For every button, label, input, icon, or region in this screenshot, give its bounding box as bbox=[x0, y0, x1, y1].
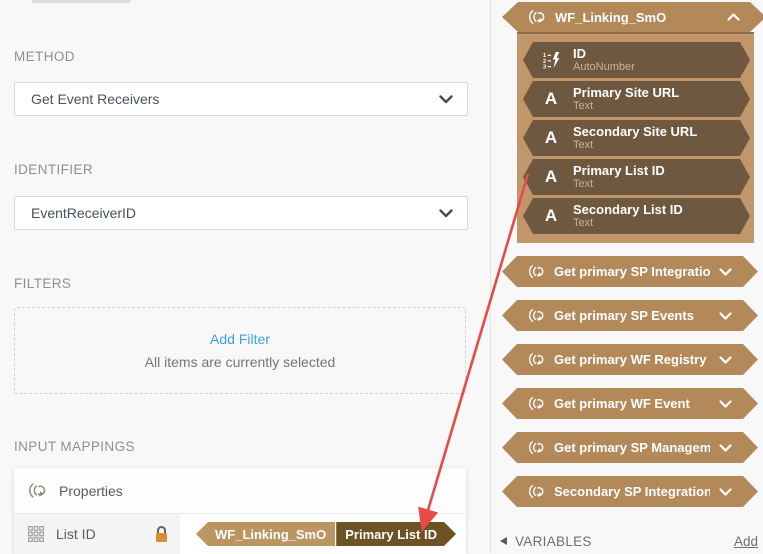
group-get-primary-sp-management[interactable]: Get primary SP Management... bbox=[502, 432, 758, 463]
field-name: ID bbox=[573, 46, 635, 61]
properties-header: Properties bbox=[14, 468, 466, 514]
group-get-primary-wf-registry[interactable]: Get primary WF Registry bbox=[502, 344, 758, 375]
field-type: Text bbox=[573, 217, 683, 230]
group-secondary-sp-integration[interactable]: Secondary SP Integration Se... bbox=[502, 476, 758, 507]
panel-divider bbox=[490, 0, 491, 553]
smartobject-icon bbox=[528, 351, 545, 368]
chevron-down-icon bbox=[719, 312, 732, 320]
text-icon: A bbox=[539, 167, 563, 187]
group-label: Get primary WF Event bbox=[554, 396, 710, 411]
field-item-primary-site-url[interactable]: A Primary Site URL Text bbox=[523, 81, 750, 117]
field-item-id[interactable]: 1 2 3 ID AutoNumber bbox=[523, 42, 750, 78]
identifier-select[interactable]: EventReceiverID bbox=[14, 196, 468, 230]
grid-icon bbox=[28, 526, 44, 542]
group-label: Get primary SP Management... bbox=[554, 440, 710, 455]
mapping-tag[interactable]: WF_Linking_SmO Primary List ID bbox=[196, 522, 456, 546]
field-name: Primary List ID bbox=[573, 163, 665, 178]
filters-status-text: All items are currently selected bbox=[145, 354, 336, 370]
identifier-label: IDENTIFIER bbox=[14, 162, 93, 177]
method-select[interactable]: Get Event Receivers bbox=[14, 82, 468, 116]
group-get-primary-sp-integration[interactable]: Get primary SP Integration S... bbox=[502, 256, 758, 287]
smartobject-header-label: WF_Linking_SmO bbox=[555, 10, 718, 25]
variables-section-header: VARIABLES Add bbox=[500, 531, 758, 551]
add-filter-link[interactable]: Add Filter bbox=[210, 331, 270, 347]
smartobject-icon bbox=[528, 263, 545, 280]
smartobject-icon bbox=[528, 8, 546, 26]
mapping-property-name: List ID bbox=[56, 526, 141, 542]
smartobject-icon bbox=[28, 481, 47, 500]
group-label: Get primary WF Registry bbox=[554, 352, 710, 367]
chevron-down-icon bbox=[439, 95, 453, 104]
chevron-up-icon bbox=[727, 13, 740, 21]
field-type: AutoNumber bbox=[573, 61, 635, 74]
chevron-down-icon bbox=[719, 268, 732, 276]
field-name: Secondary List ID bbox=[573, 202, 683, 217]
chevron-down-icon bbox=[439, 209, 453, 218]
text-icon: A bbox=[539, 206, 563, 226]
mapping-property-cell: List ID bbox=[14, 514, 180, 554]
smartobject-icon bbox=[528, 439, 545, 456]
field-type: Text bbox=[573, 100, 679, 113]
field-item-primary-list-id[interactable]: A Primary List ID Text bbox=[523, 159, 750, 195]
svg-text:3: 3 bbox=[542, 64, 545, 69]
field-type: Text bbox=[573, 139, 697, 152]
smartobject-icon bbox=[528, 483, 545, 500]
lock-icon[interactable] bbox=[153, 525, 170, 544]
add-variable-link[interactable]: Add bbox=[734, 534, 758, 549]
chevron-down-icon bbox=[719, 488, 732, 496]
group-get-primary-sp-events[interactable]: Get primary SP Events bbox=[502, 300, 758, 331]
field-type: Text bbox=[573, 178, 665, 191]
mapping-tag-source: WF_Linking_SmO bbox=[196, 522, 335, 546]
group-label: Secondary SP Integration Se... bbox=[554, 484, 710, 499]
smartobject-icon bbox=[528, 307, 545, 324]
input-mappings-card: Properties List ID WF_Linking_SmO Primar… bbox=[14, 468, 466, 554]
method-select-value: Get Event Receivers bbox=[31, 91, 439, 107]
field-item-secondary-site-url[interactable]: A Secondary Site URL Text bbox=[523, 120, 750, 156]
input-mappings-label: INPUT MAPPINGS bbox=[14, 439, 135, 454]
mapping-tag-field: Primary List ID bbox=[336, 522, 456, 546]
group-get-primary-wf-event[interactable]: Get primary WF Event bbox=[502, 388, 758, 419]
field-item-secondary-list-id[interactable]: A Secondary List ID Text bbox=[523, 198, 750, 234]
filters-label: FILTERS bbox=[14, 276, 71, 291]
chevron-down-icon bbox=[719, 444, 732, 452]
text-icon: A bbox=[539, 89, 563, 109]
mapping-value-cell: WF_Linking_SmO Primary List ID bbox=[180, 514, 466, 554]
field-name: Primary Site URL bbox=[573, 85, 679, 100]
chevron-down-icon bbox=[719, 400, 732, 408]
clipped-control-fragment bbox=[32, 0, 130, 3]
mapping-row-list-id: List ID WF_Linking_SmO Primary List ID bbox=[14, 514, 466, 554]
group-label: Get primary SP Integration S... bbox=[554, 264, 710, 279]
chevron-down-icon bbox=[719, 356, 732, 364]
group-label: Get primary SP Events bbox=[554, 308, 710, 323]
collapse-triangle-icon[interactable] bbox=[500, 537, 507, 545]
variables-label: VARIABLES bbox=[515, 534, 726, 549]
text-icon: A bbox=[539, 128, 563, 148]
filters-dropzone: Add Filter All items are currently selec… bbox=[14, 307, 466, 394]
properties-header-label: Properties bbox=[59, 483, 123, 499]
smartobject-icon bbox=[528, 395, 545, 412]
autonumber-icon: 1 2 3 bbox=[539, 51, 563, 70]
smartobject-header-wf-linking-smo[interactable]: WF_Linking_SmO bbox=[502, 2, 763, 32]
method-label: METHOD bbox=[14, 49, 75, 64]
field-name: Secondary Site URL bbox=[573, 124, 697, 139]
identifier-select-value: EventReceiverID bbox=[31, 205, 439, 221]
